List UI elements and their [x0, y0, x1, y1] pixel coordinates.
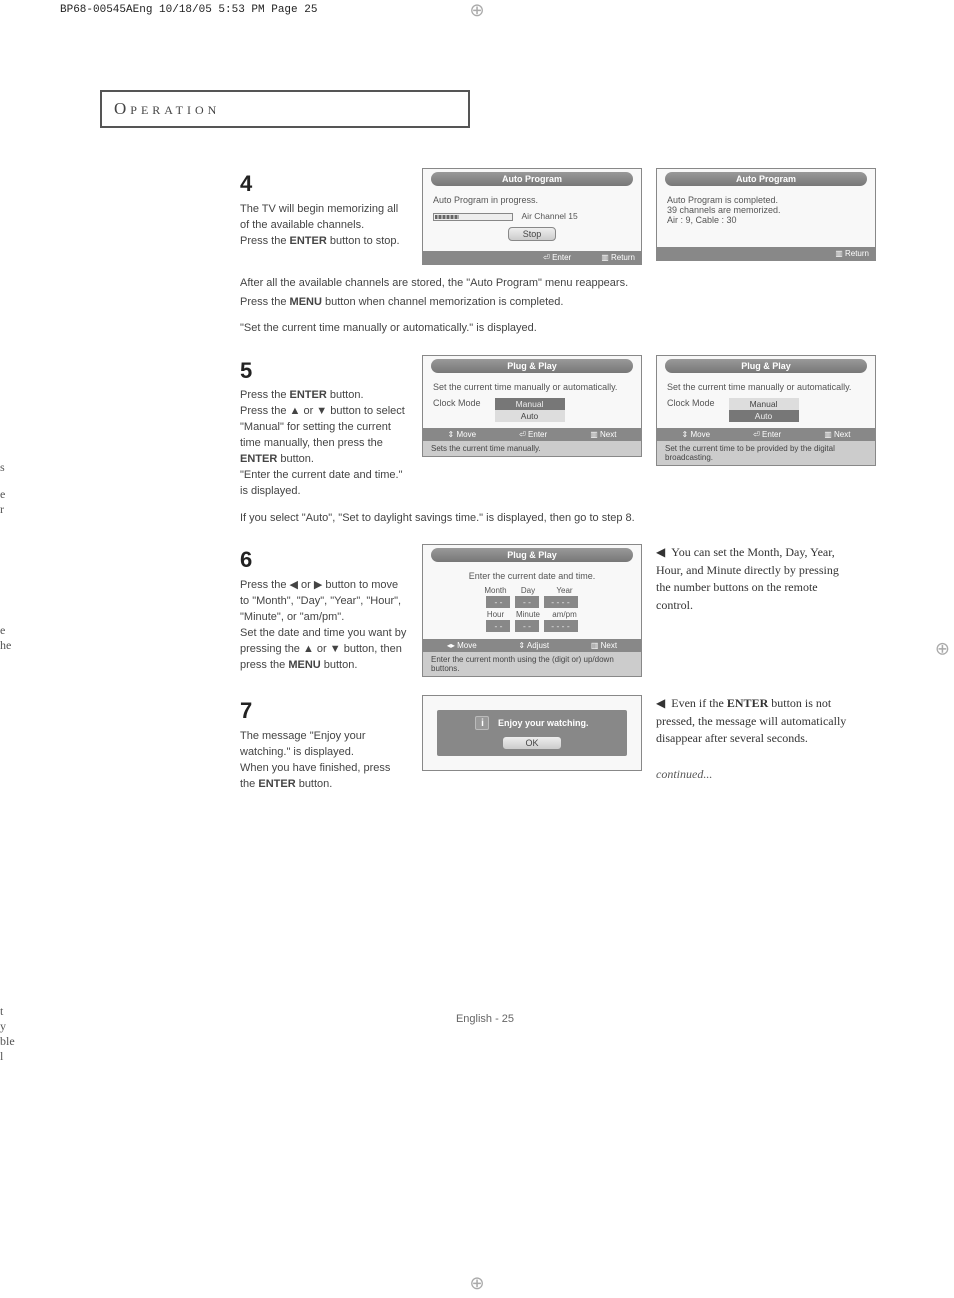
left-fragment: ble	[0, 1034, 15, 1049]
field-year[interactable]: - - - -	[544, 596, 578, 608]
osd-move-hint: ⇕ Move	[448, 430, 477, 439]
step7-desc-b: When you have finished, press the ENTER …	[240, 761, 408, 793]
left-fragment: y	[0, 1019, 6, 1034]
osd-channel-label: Air Channel 15	[522, 211, 578, 221]
osd-enter-hint: ⏎ Enter	[543, 253, 571, 262]
step6-number: 6	[240, 544, 408, 576]
field-month[interactable]: - -	[486, 596, 510, 608]
osd-help: Enter the current month using the (digit…	[423, 652, 641, 676]
print-header: BP68-00545AEng 10/18/05 5:53 PM Page 25	[60, 4, 317, 16]
step6-desc-a: Press the ◀ or ▶ button to move to "Mont…	[240, 578, 408, 626]
crop-mark-bottom: ⊕	[469, 1273, 484, 1294]
label-ampm: am/pm	[546, 610, 584, 619]
label-minute: Minute	[513, 610, 543, 619]
step5-desc-a: Press the ENTER button.	[240, 388, 408, 404]
arrow-left-icon: ◀	[656, 695, 665, 712]
step7-desc-a: The message "Enjoy your watching." is di…	[240, 729, 408, 761]
step5-under: If you select "Auto", "Set to daylight s…	[240, 510, 780, 527]
step6-desc-b: Set the date and time you want by pressi…	[240, 626, 408, 674]
step4-number: 4	[240, 168, 408, 200]
osd-line: Enter the current date and time.	[433, 571, 631, 581]
osd-next-hint: ▥ Next	[591, 641, 617, 650]
step5-desc-c: "Enter the current date and time." is di…	[240, 468, 408, 500]
osd-title: Plug & Play	[431, 359, 633, 373]
step4-text: 4 The TV will begin memorizing all of th…	[240, 168, 408, 250]
label-hour: Hour	[480, 610, 510, 619]
left-fragment: e	[0, 487, 5, 502]
step7-number: 7	[240, 695, 408, 727]
clock-mode-label: Clock Mode	[433, 398, 481, 408]
osd-move-hint: ◂▸ Move	[447, 641, 477, 650]
field-hour[interactable]: - -	[486, 620, 510, 632]
osd-line: Air : 9, Cable : 30	[667, 215, 865, 225]
field-ampm[interactable]: - - - -	[544, 620, 578, 632]
step6-side-note: ◀You can set the Month, Day, Year, Hour,…	[656, 544, 856, 614]
step4-under1: After all the available channels are sto…	[240, 275, 780, 292]
crop-mark-top: ⊕	[469, 0, 484, 21]
osd-adjust-hint: ⇕ Adjust	[518, 641, 549, 650]
step7-side-note: ◀Even if the ENTER button is not pressed…	[656, 695, 856, 783]
option-auto[interactable]: Auto	[729, 410, 799, 422]
osd-line: Auto Program is completed.	[667, 195, 865, 205]
step5-text: 5 Press the ENTER button. Press the ▲ or…	[240, 355, 408, 500]
step4-desc-a: The TV will begin memorizing all of the …	[240, 202, 408, 234]
osd-title: Auto Program	[665, 172, 867, 186]
label-year: Year	[546, 586, 584, 595]
left-fragment: r	[0, 502, 4, 517]
osd-return-hint: ▥ Return	[601, 253, 635, 262]
osd-next-hint: ▥ Next	[590, 430, 616, 439]
enjoy-message: Enjoy your watching.	[498, 718, 589, 728]
osd-line: 39 channels are memorized.	[667, 205, 865, 215]
section-title: Operation	[100, 90, 470, 128]
left-fragment: e	[0, 623, 5, 638]
left-fragment: l	[0, 1049, 3, 1064]
osd-line: Set the current time manually or automat…	[667, 382, 865, 392]
progress-bar	[433, 213, 513, 221]
info-icon: i	[475, 716, 489, 730]
osd-auto-program-progress: Auto Program Auto Program in progress. A…	[422, 168, 642, 265]
clock-mode-label: Clock Mode	[667, 398, 715, 408]
label-month: Month	[480, 586, 510, 595]
osd-help: Set the current time to be provided by t…	[657, 441, 875, 465]
page-footer: English - 25	[100, 1013, 870, 1025]
left-fragment: he	[0, 638, 11, 653]
osd-enter-hint: ⏎ Enter	[753, 430, 781, 439]
step5-desc-b: Press the ▲ or ▼ button to select "Manua…	[240, 404, 408, 468]
arrow-left-icon: ◀	[656, 544, 665, 561]
step5-number: 5	[240, 355, 408, 387]
osd-title: Plug & Play	[665, 359, 867, 373]
left-fragment: s	[0, 460, 5, 475]
step4-under2: Press the MENU button when channel memor…	[240, 294, 780, 311]
step6-text: 6 Press the ◀ or ▶ button to move to "Mo…	[240, 544, 408, 674]
osd-plug-play-clock-auto: Plug & Play Set the current time manuall…	[656, 355, 876, 466]
ok-button[interactable]: OK	[502, 736, 561, 750]
osd-enter-hint: ⏎ Enter	[519, 430, 547, 439]
continued-label: continued...	[656, 766, 856, 783]
osd-line: Auto Program in progress.	[433, 195, 631, 205]
option-manual[interactable]: Manual	[729, 398, 799, 410]
step7-text: 7 The message "Enjoy your watching." is …	[240, 695, 408, 793]
osd-line: Set the current time manually or automat…	[433, 382, 631, 392]
osd-plug-play-datetime: Plug & Play Enter the current date and t…	[422, 544, 642, 677]
osd-plug-play-clock-manual: Plug & Play Set the current time manuall…	[422, 355, 642, 457]
label-day: Day	[513, 586, 543, 595]
left-fragment: t	[0, 1004, 3, 1019]
osd-return-hint: ▥ Return	[835, 249, 869, 258]
osd-move-hint: ⇕ Move	[682, 430, 711, 439]
field-minute[interactable]: - -	[515, 620, 539, 632]
step4-desc-b: Press the ENTER button to stop.	[240, 234, 408, 250]
osd-next-hint: ▥ Next	[824, 430, 850, 439]
stop-button[interactable]: Stop	[508, 227, 557, 241]
osd-auto-program-complete: Auto Program Auto Program is completed. …	[656, 168, 876, 261]
option-auto[interactable]: Auto	[495, 410, 565, 422]
osd-title: Auto Program	[431, 172, 633, 186]
field-day[interactable]: - -	[515, 596, 539, 608]
option-manual[interactable]: Manual	[495, 398, 565, 410]
osd-enjoy-watching: i Enjoy your watching. OK	[422, 695, 642, 771]
step4-under3: "Set the current time manually or automa…	[240, 320, 780, 337]
osd-help: Sets the current time manually.	[423, 441, 641, 456]
osd-title: Plug & Play	[431, 548, 633, 562]
